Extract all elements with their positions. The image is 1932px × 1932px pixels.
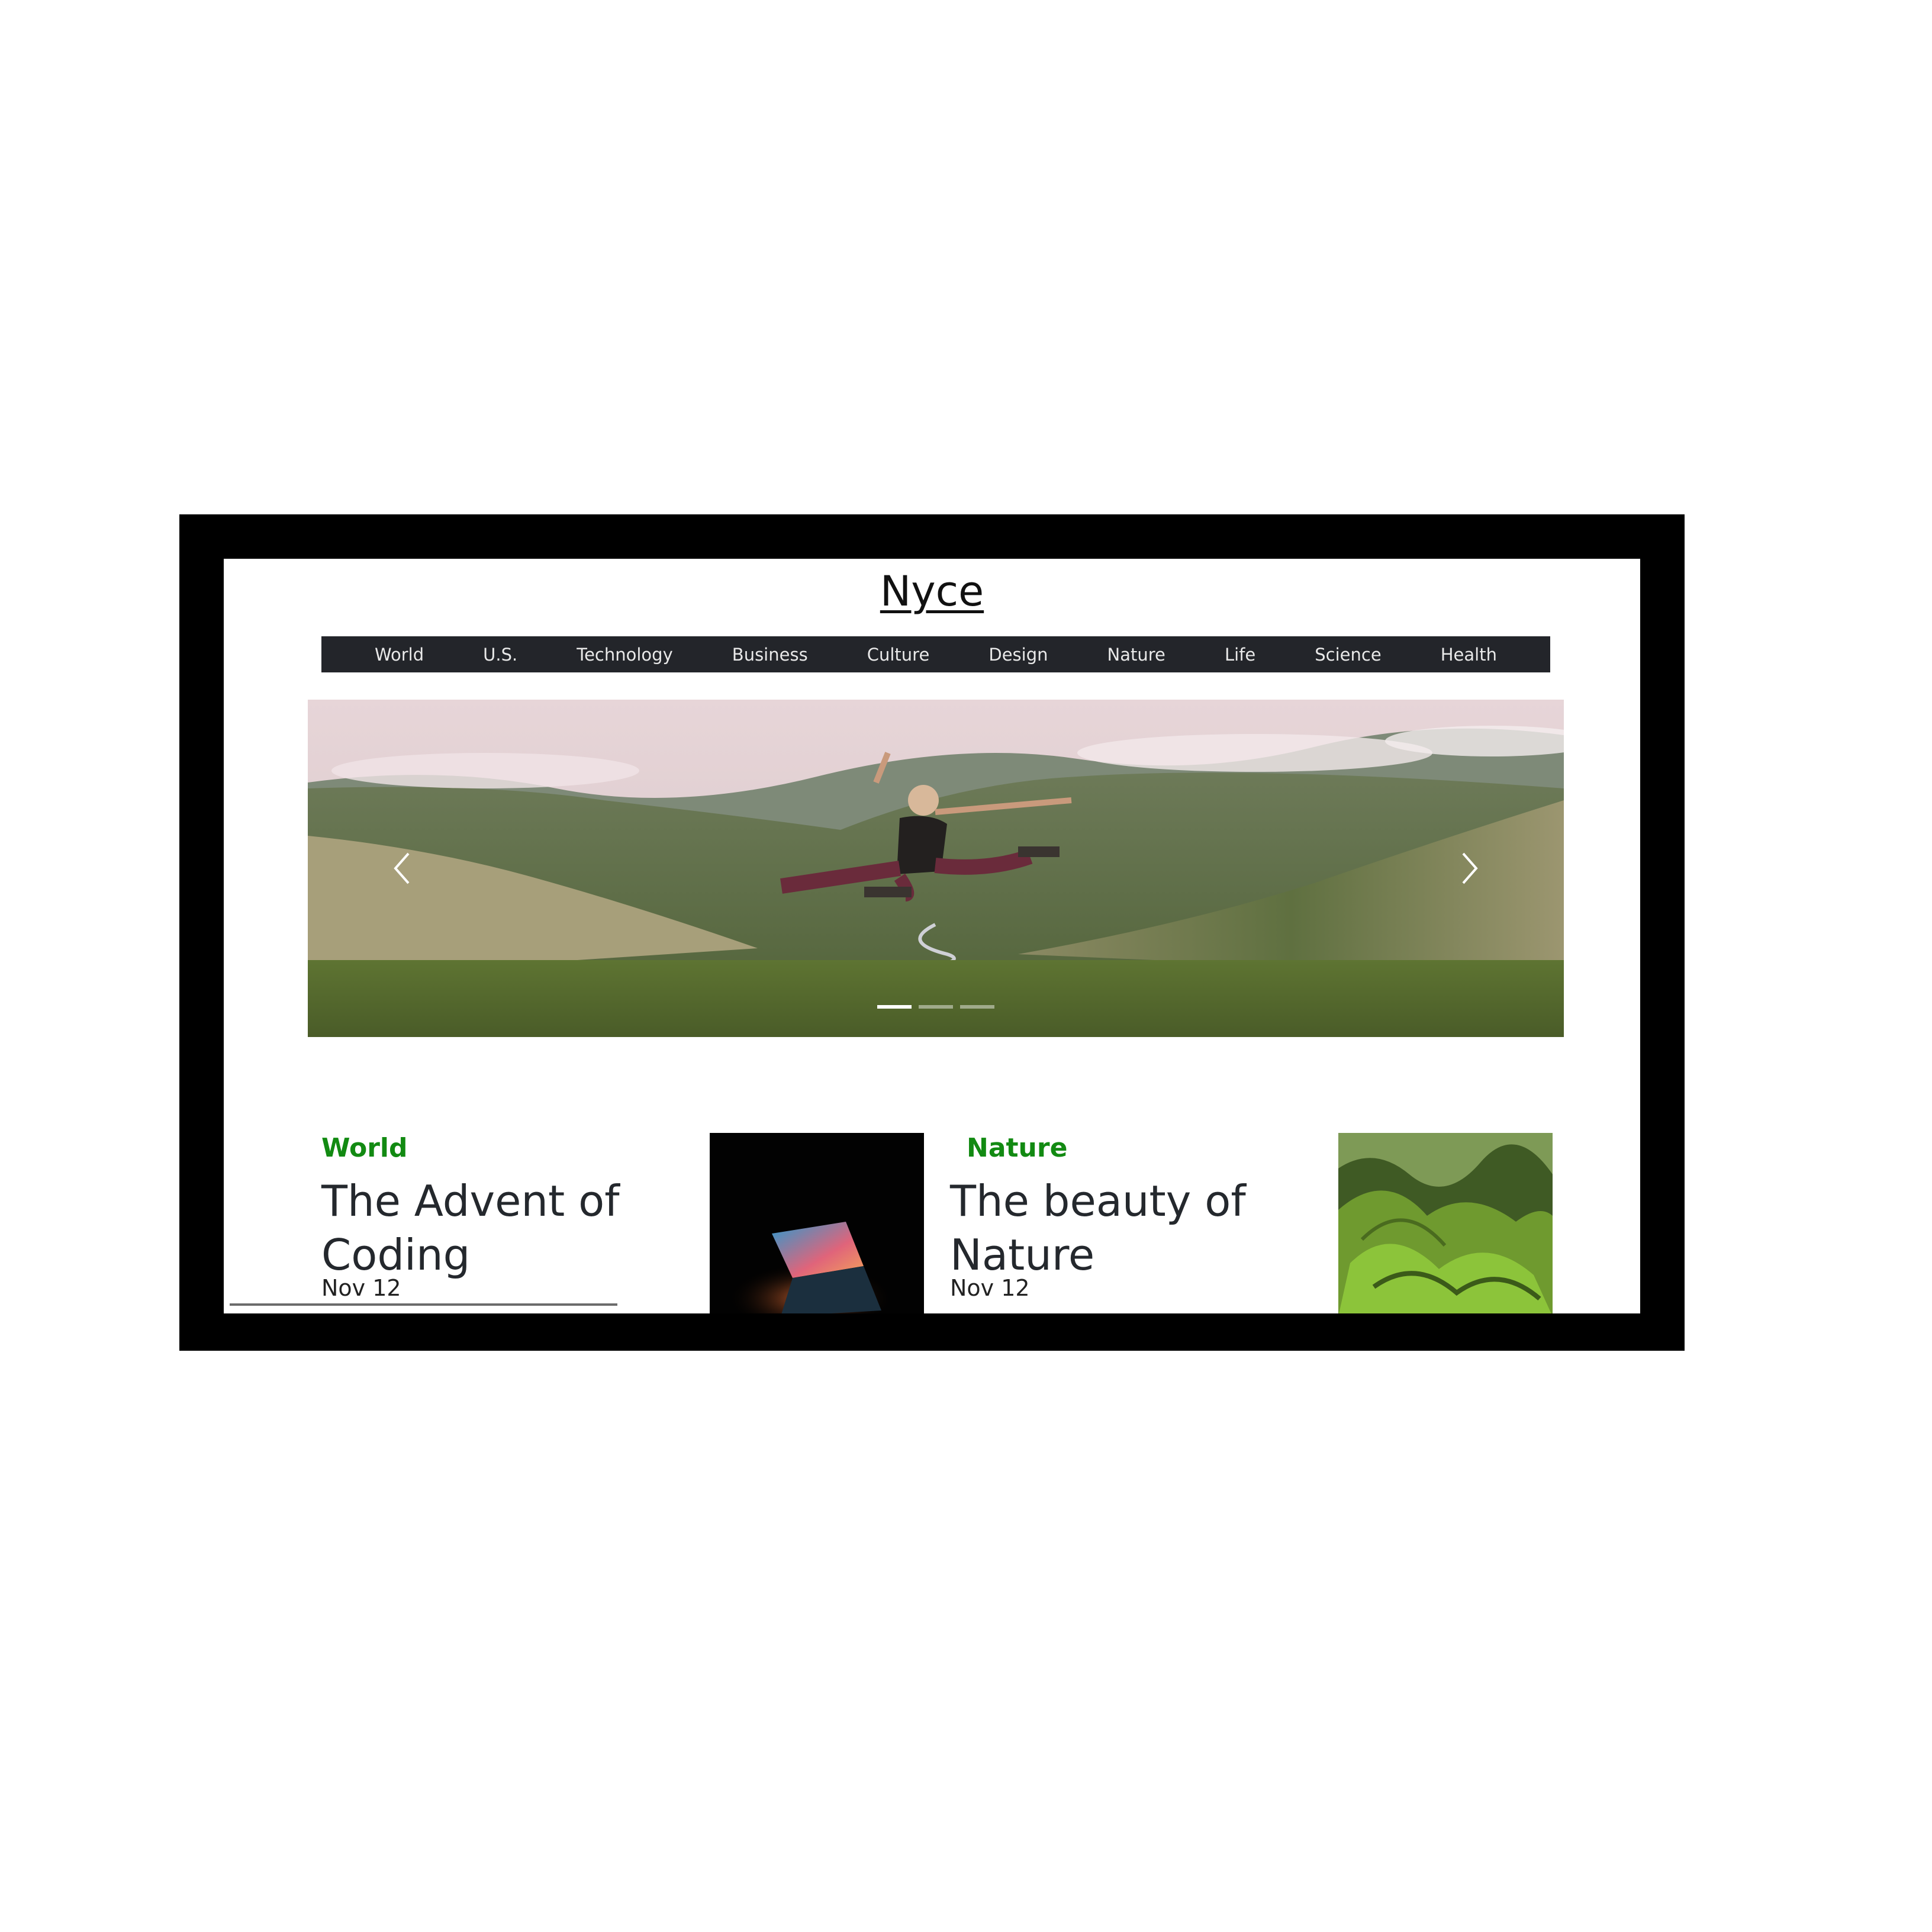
nav-item-business[interactable]: Business bbox=[732, 645, 808, 665]
article-card-world: World The Advent of Coding Nov 12 bbox=[321, 1133, 700, 1313]
nav-item-life[interactable]: Life bbox=[1225, 645, 1255, 665]
hero-image bbox=[308, 700, 1564, 1037]
carousel-indicators bbox=[308, 1005, 1564, 1009]
article-card-nature: Nature The beauty of Nature Nov 12 bbox=[950, 1133, 1329, 1313]
scroll-indicator bbox=[230, 1303, 617, 1306]
carousel-indicator-1[interactable] bbox=[877, 1005, 912, 1009]
nav-item-world[interactable]: World bbox=[375, 645, 424, 665]
article-date: Nov 12 bbox=[950, 1275, 1030, 1301]
carousel-prev-button[interactable] bbox=[385, 842, 420, 895]
article-category[interactable]: Nature bbox=[967, 1133, 1067, 1163]
carousel-next-button[interactable] bbox=[1451, 842, 1487, 895]
hero-carousel[interactable] bbox=[308, 700, 1564, 1037]
nav-item-culture[interactable]: Culture bbox=[867, 645, 930, 665]
site-logo-link[interactable]: Nyce bbox=[880, 567, 984, 616]
chevron-left-icon bbox=[394, 852, 410, 884]
article-headline[interactable]: The Advent of Coding bbox=[321, 1174, 688, 1282]
chevron-right-icon bbox=[1462, 852, 1478, 884]
article-headline[interactable]: The beauty of Nature bbox=[950, 1174, 1317, 1282]
device-frame: Nyce World U.S. Technology Business Cult… bbox=[179, 514, 1685, 1351]
nav-item-us[interactable]: U.S. bbox=[483, 645, 517, 665]
article-thumbnail-nature[interactable] bbox=[1338, 1133, 1553, 1313]
article-category[interactable]: World bbox=[321, 1133, 407, 1163]
nav-item-design[interactable]: Design bbox=[988, 645, 1048, 665]
category-nav: World U.S. Technology Business Culture D… bbox=[321, 636, 1550, 672]
nav-item-health[interactable]: Health bbox=[1441, 645, 1497, 665]
green-mountains-image bbox=[1338, 1133, 1553, 1313]
carousel-indicator-3[interactable] bbox=[960, 1005, 994, 1009]
nav-item-nature[interactable]: Nature bbox=[1107, 645, 1165, 665]
browser-viewport: Nyce World U.S. Technology Business Cult… bbox=[224, 559, 1640, 1313]
article-thumbnail-laptop[interactable] bbox=[710, 1133, 924, 1313]
nav-item-science[interactable]: Science bbox=[1315, 645, 1381, 665]
carousel-indicator-2[interactable] bbox=[919, 1005, 953, 1009]
site-header: Nyce bbox=[224, 567, 1640, 616]
laptop-image bbox=[727, 1222, 893, 1313]
nav-item-technology[interactable]: Technology bbox=[577, 645, 672, 665]
article-date: Nov 12 bbox=[321, 1275, 401, 1301]
